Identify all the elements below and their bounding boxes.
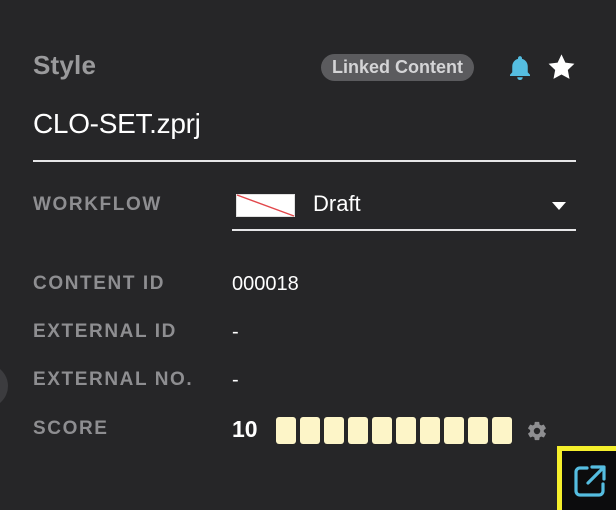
score-cell[interactable] — [276, 417, 296, 444]
score-cell[interactable] — [348, 417, 368, 444]
score-cell[interactable] — [444, 417, 464, 444]
workflow-value: Draft — [313, 191, 361, 216]
gear-icon[interactable] — [526, 420, 548, 442]
external-id-value: - — [232, 321, 239, 343]
caret-down-icon — [552, 202, 566, 210]
file-name: CLO-SET.zprj — [33, 108, 201, 139]
score-cell[interactable] — [420, 417, 440, 444]
open-external-button[interactable] — [557, 446, 616, 510]
external-no-value: - — [232, 369, 239, 391]
score-label: SCORE — [33, 418, 109, 439]
style-info-panel: Style Linked Content CLO-SET.zprj WORKFL… — [0, 0, 616, 510]
star-icon[interactable] — [546, 52, 577, 83]
section-title: Style — [33, 50, 97, 80]
content-id-value: 000018 — [232, 273, 299, 295]
linked-content-badge: Linked Content — [321, 54, 474, 81]
score-cell[interactable] — [372, 417, 392, 444]
score-cell[interactable] — [300, 417, 320, 444]
workflow-label: WORKFLOW — [33, 194, 162, 215]
panel-collapse-handle[interactable] — [0, 364, 8, 408]
score-rating-bar[interactable] — [276, 417, 512, 444]
score-cell[interactable] — [468, 417, 488, 444]
score-cell[interactable] — [324, 417, 344, 444]
score-value: 10 — [232, 416, 258, 442]
external-no-label: EXTERNAL NO. — [33, 369, 194, 390]
external-id-label: EXTERNAL ID — [33, 321, 177, 342]
bell-icon[interactable] — [505, 53, 535, 83]
no-color-swatch-icon — [236, 194, 295, 217]
score-cell[interactable] — [396, 417, 416, 444]
open-external-icon — [574, 465, 606, 497]
workflow-dropdown[interactable]: Draft — [232, 183, 576, 231]
content-id-label: CONTENT ID — [33, 273, 166, 294]
header-divider — [33, 160, 576, 162]
score-cell[interactable] — [492, 417, 512, 444]
open-external-button-face — [562, 451, 616, 510]
